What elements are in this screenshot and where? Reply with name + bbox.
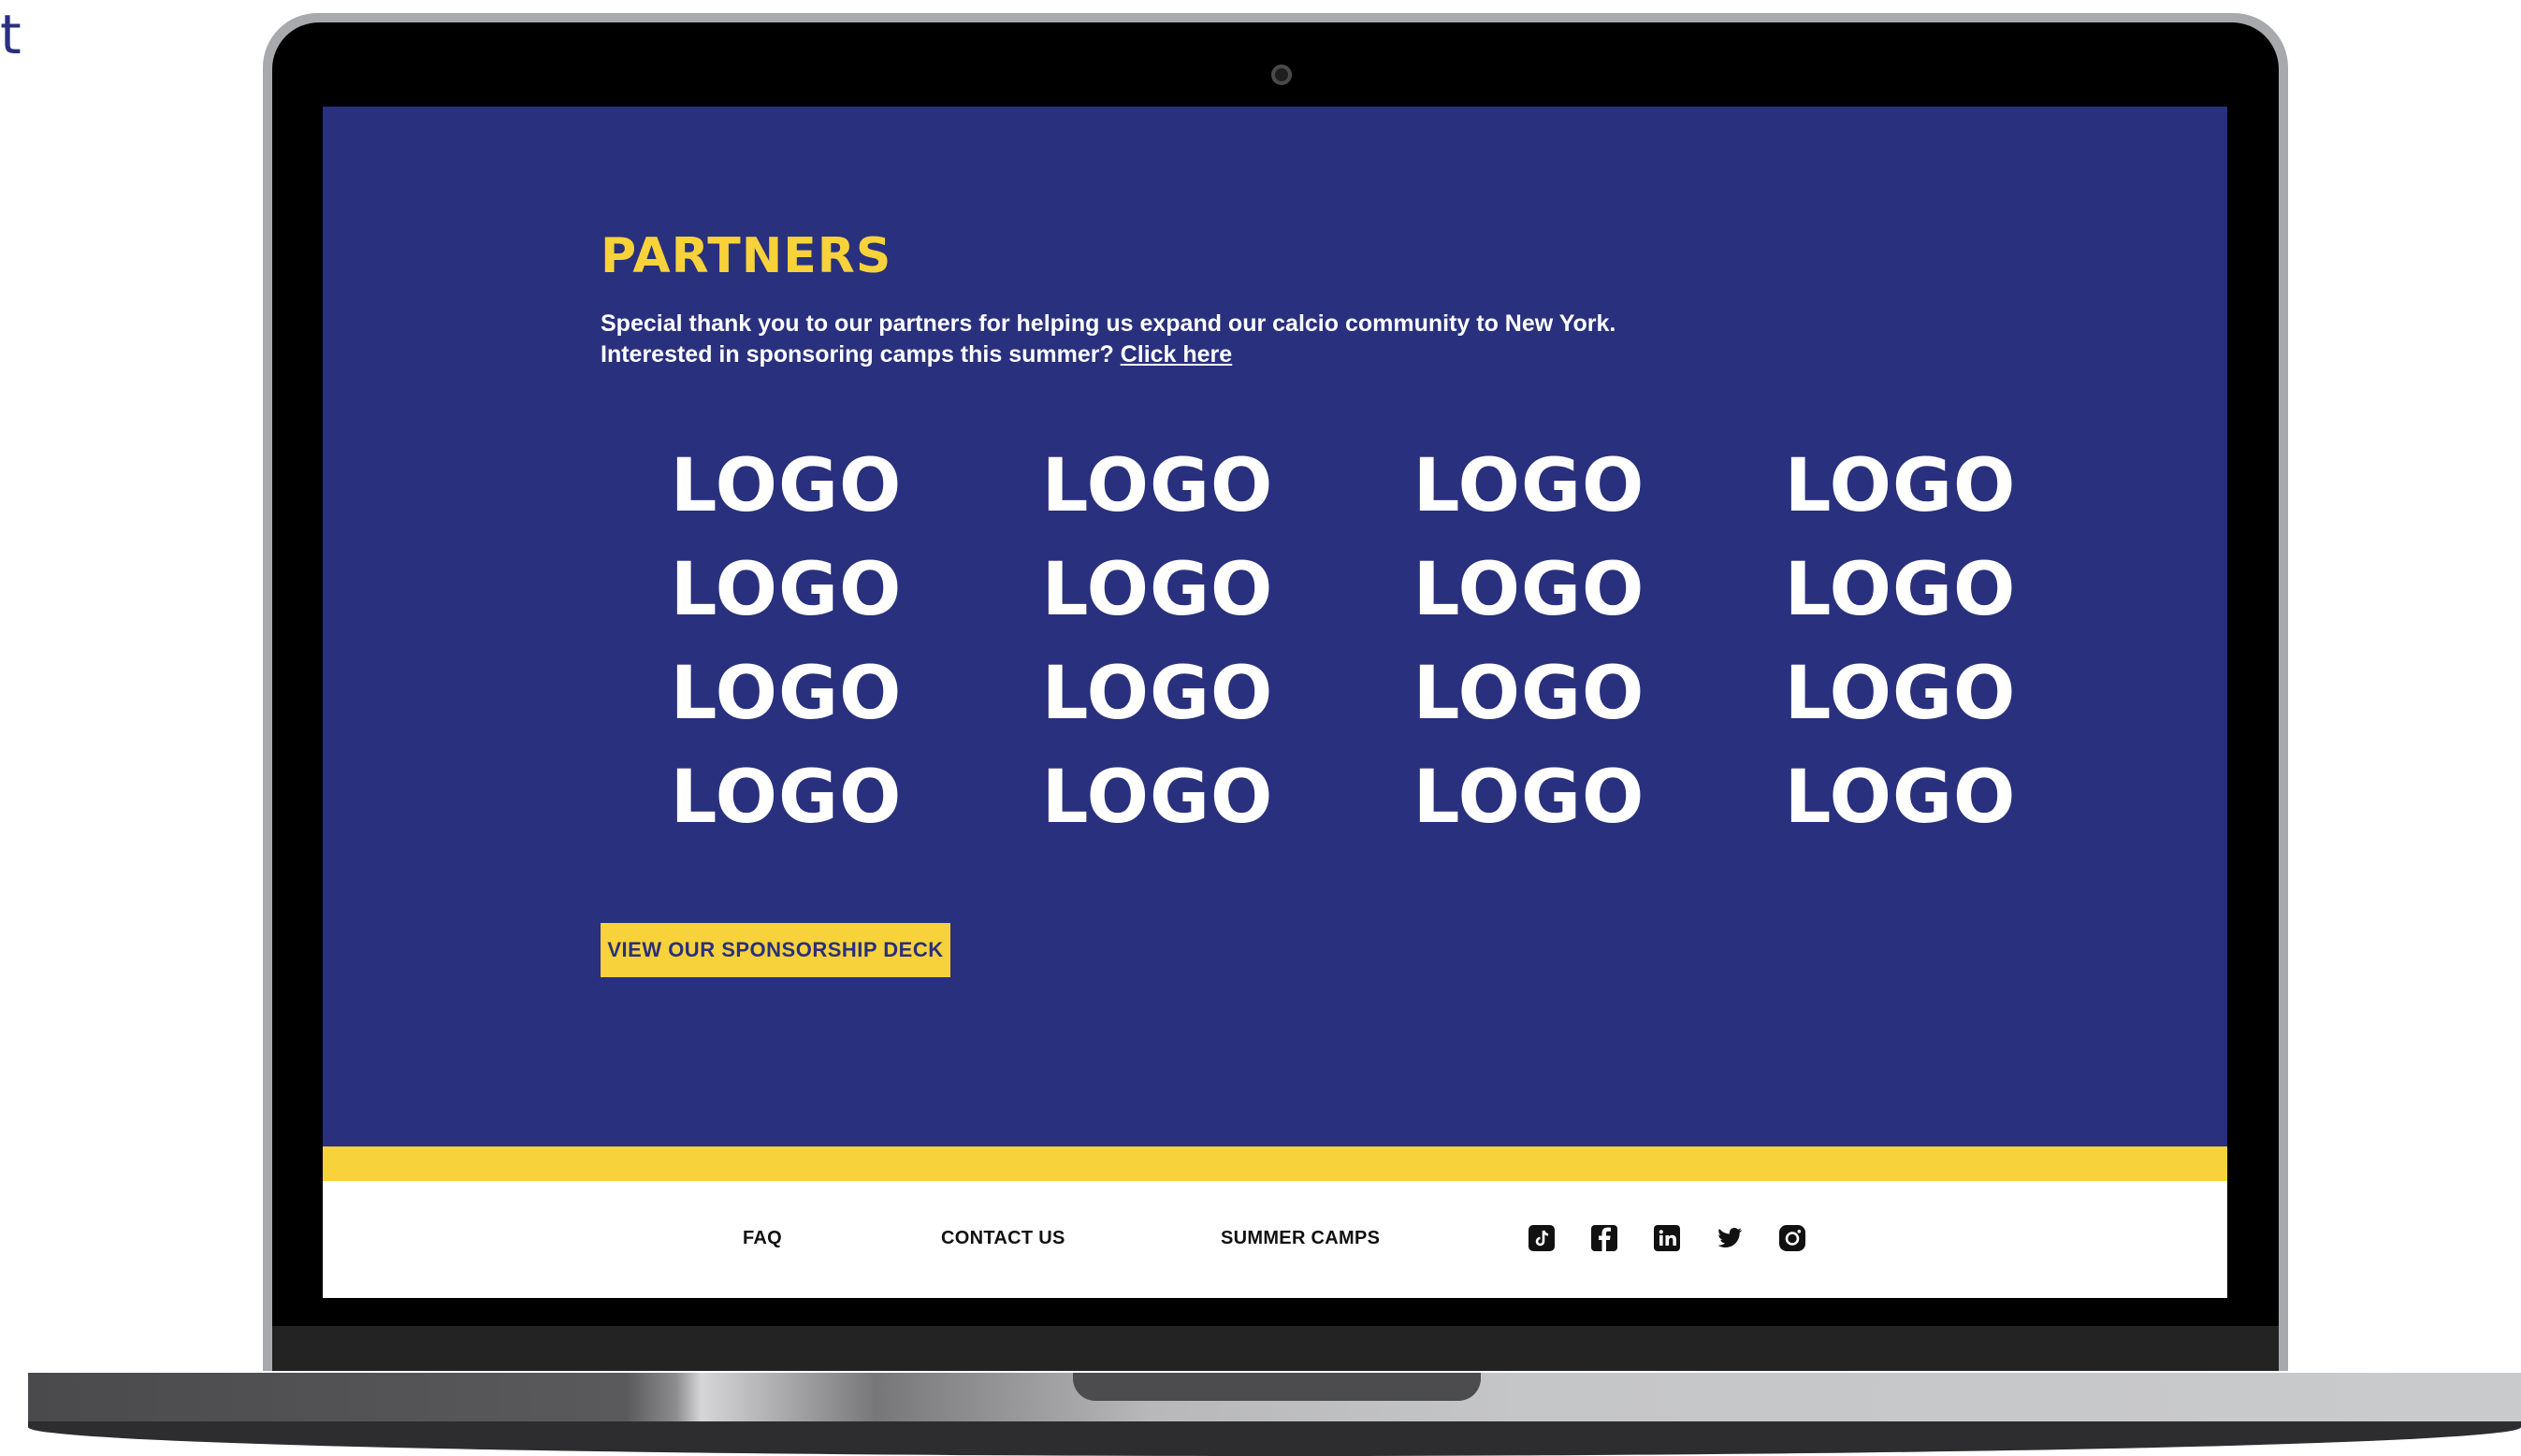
webcam-icon <box>1271 65 1292 85</box>
partner-logo[interactable]: LOGO <box>972 745 1343 849</box>
partner-logo[interactable]: LOGO <box>1343 745 1715 849</box>
partner-logo[interactable]: LOGO <box>1715 434 2086 538</box>
corner-text-fragment: t <box>0 3 22 66</box>
laptop-opening-notch <box>1073 1373 1481 1401</box>
laptop-underside <box>28 1421 2521 1456</box>
partner-logo[interactable]: LOGO <box>1715 538 2086 642</box>
footer-accent-stripe <box>323 1146 2227 1181</box>
sponsorship-deck-button[interactable]: VIEW OUR SPONSORSHIP DECK <box>601 923 950 977</box>
twitter-icon[interactable] <box>1715 1223 1745 1253</box>
partner-logo[interactable]: LOGO <box>972 538 1343 642</box>
partner-logo[interactable]: LOGO <box>1343 538 1715 642</box>
partners-heading: PARTNERS <box>601 228 892 284</box>
linkedin-icon[interactable] <box>1652 1223 1682 1253</box>
laptop-chin <box>272 1326 2279 1371</box>
partner-logo[interactable]: LOGO <box>601 434 972 538</box>
partner-logo[interactable]: LOGO <box>1343 434 1715 538</box>
click-here-link[interactable]: Click here <box>1121 341 1233 368</box>
mockup-stage: t PARTNERS Special thank you to our part… <box>0 0 2521 1456</box>
facebook-icon[interactable] <box>1589 1223 1619 1253</box>
partners-intro: Special thank you to our partners for he… <box>601 309 1817 370</box>
footer-link-faq[interactable]: FAQ <box>743 1228 782 1249</box>
intro-line-1: Special thank you to our partners for he… <box>601 310 1616 337</box>
instagram-icon[interactable] <box>1777 1223 1807 1253</box>
site-footer: FAQ CONTACT US SUMMER CAMPS <box>323 1181 2227 1298</box>
intro-line-2-text: Interested in sponsoring camps this summ… <box>601 341 1114 368</box>
partner-logo[interactable]: LOGO <box>1715 642 2086 745</box>
partner-logo[interactable]: LOGO <box>601 538 972 642</box>
intro-line-2: Interested in sponsoring camps this summ… <box>601 339 1817 370</box>
partner-logo-grid: LOGO LOGO LOGO LOGO LOGO LOGO LOGO LOGO … <box>601 434 2088 849</box>
footer-link-summer-camps[interactable]: SUMMER CAMPS <box>1221 1228 1380 1249</box>
partner-logo[interactable]: LOGO <box>601 642 972 745</box>
partners-section: PARTNERS Special thank you to our partne… <box>323 107 2227 1146</box>
partner-logo[interactable]: LOGO <box>1343 642 1715 745</box>
partner-logo[interactable]: LOGO <box>972 434 1343 538</box>
partner-logo[interactable]: LOGO <box>601 745 972 849</box>
tiktok-icon[interactable] <box>1527 1223 1557 1253</box>
footer-link-contact-us[interactable]: CONTACT US <box>941 1228 1065 1249</box>
partner-logo[interactable]: LOGO <box>1715 745 2086 849</box>
partner-logo[interactable]: LOGO <box>972 642 1343 745</box>
laptop-screen: PARTNERS Special thank you to our partne… <box>323 107 2227 1298</box>
